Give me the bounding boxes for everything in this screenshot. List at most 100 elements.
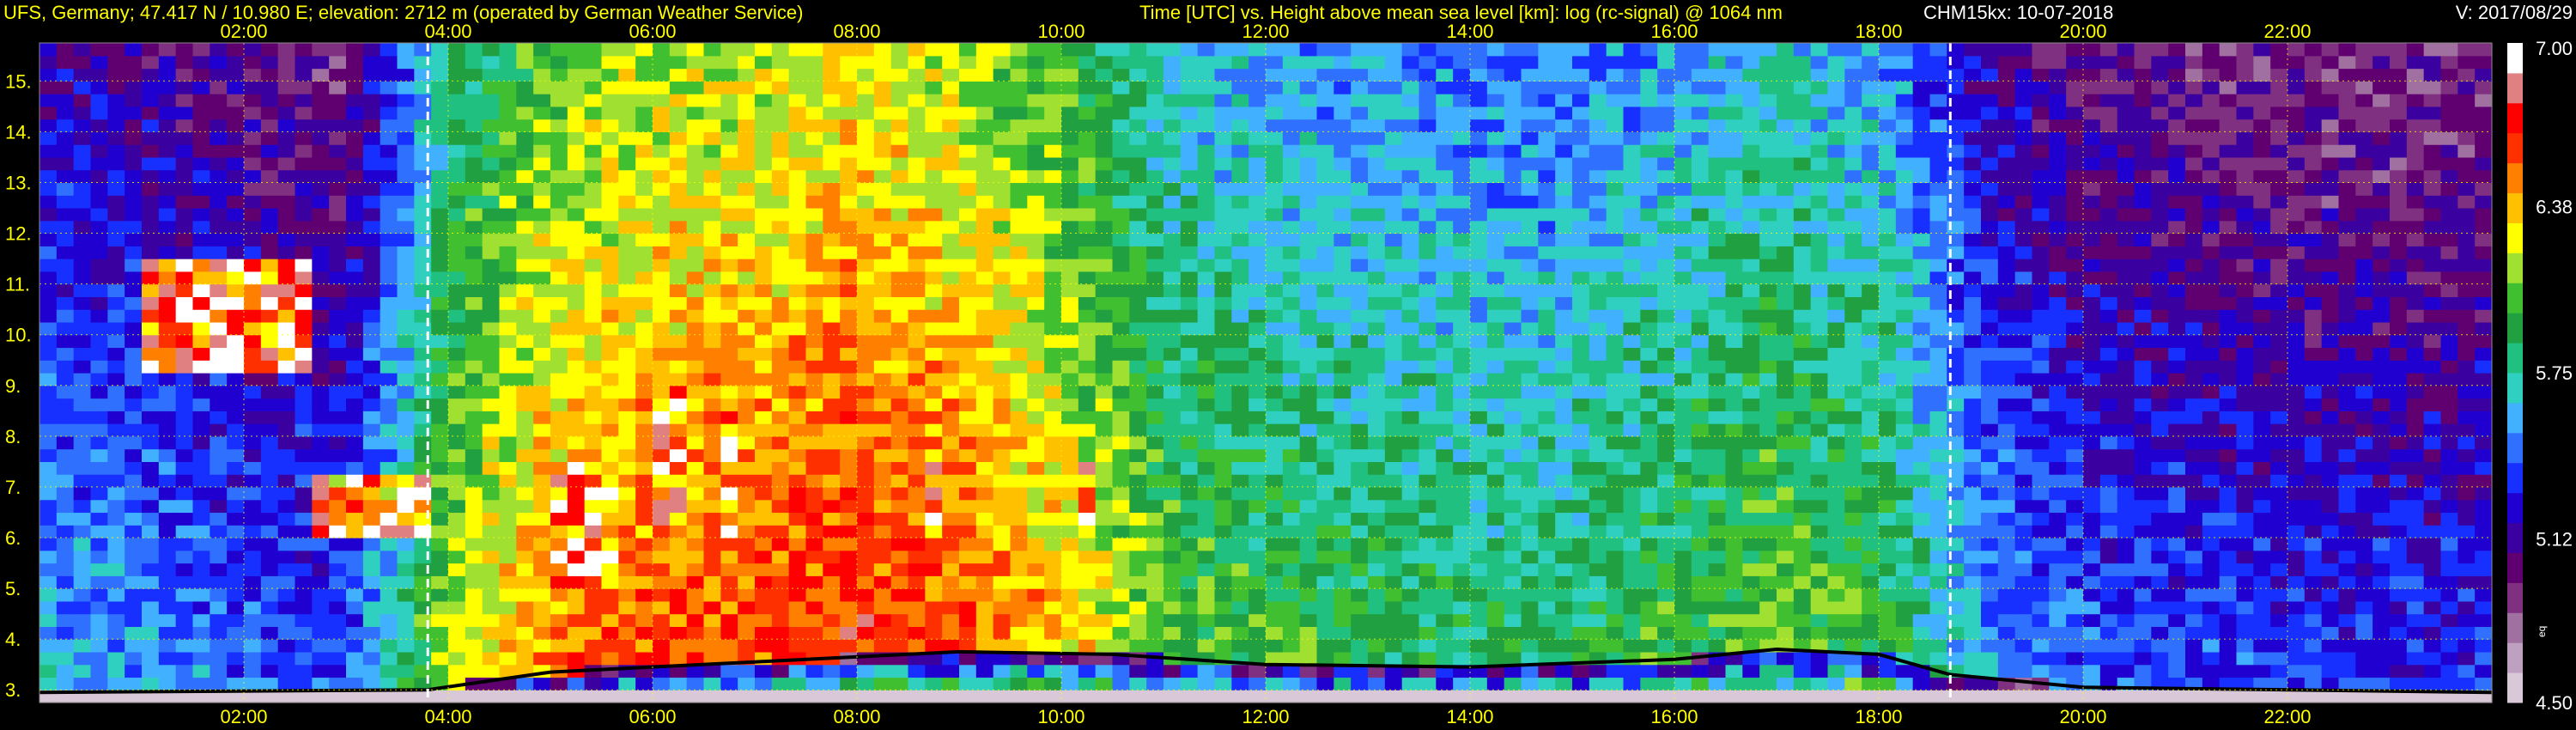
heatmap-cell <box>73 94 92 107</box>
heatmap-cell <box>1266 81 1284 94</box>
heatmap-cell <box>1095 525 1114 538</box>
heatmap-cell <box>823 321 841 336</box>
heatmap-cell <box>805 169 823 184</box>
heatmap-cell <box>1504 144 1522 158</box>
heatmap-cell <box>890 664 909 678</box>
heatmap-cell <box>1538 309 1556 323</box>
heatmap-cell <box>1231 259 1249 272</box>
heatmap-cell <box>873 385 892 399</box>
heatmap-cell <box>1163 461 1182 475</box>
heatmap-cell <box>499 435 517 450</box>
heatmap-cell <box>1453 283 1471 297</box>
heatmap-cell <box>873 271 892 285</box>
heatmap-cell <box>755 106 773 120</box>
heatmap-cell <box>1486 81 1505 94</box>
heatmap-cell <box>1231 81 1249 94</box>
heatmap-cell <box>550 626 568 640</box>
heatmap-cell <box>533 296 551 310</box>
heatmap-cell <box>260 373 279 386</box>
heatmap-cell <box>720 81 738 94</box>
heatmap-cell <box>142 106 160 120</box>
heatmap-cell <box>1027 55 1045 70</box>
heatmap-cell <box>1197 385 1216 399</box>
heatmap-cell <box>1401 613 1420 627</box>
heatmap-cell <box>1027 575 1045 589</box>
heatmap-cell <box>1112 563 1130 576</box>
heatmap-cell <box>125 525 143 538</box>
heatmap-cell <box>1027 448 1045 462</box>
heatmap-cell <box>431 283 449 297</box>
heatmap-cell <box>755 131 773 145</box>
heatmap-cell <box>1572 94 1590 107</box>
heatmap-cell <box>823 448 841 462</box>
heatmap-cell <box>1572 43 1590 57</box>
heatmap-cell <box>107 208 125 222</box>
heatmap-cell <box>533 68 551 82</box>
heatmap-cell <box>1504 423 1522 437</box>
heatmap-cell <box>1129 664 1147 678</box>
heatmap-cell <box>380 626 398 640</box>
heatmap-cell <box>1180 588 1199 602</box>
heatmap-cell <box>755 259 773 272</box>
heatmap-cell <box>1384 246 1403 259</box>
heatmap-cell <box>465 474 483 488</box>
heatmap-cell <box>516 259 534 272</box>
heatmap-cell <box>1197 613 1216 627</box>
heatmap-cell <box>1606 144 1625 158</box>
heatmap-cell <box>1027 296 1045 310</box>
heatmap-cell <box>431 347 449 361</box>
heatmap-cell <box>857 398 875 411</box>
heatmap-cell <box>1061 55 1079 70</box>
heatmap-cell <box>1521 385 1539 399</box>
heatmap-cell <box>1401 55 1420 70</box>
heatmap-cell <box>567 373 586 386</box>
heatmap-cell <box>397 373 415 386</box>
heatmap-cell <box>840 208 858 222</box>
heatmap-cell <box>175 486 194 501</box>
heatmap-cell <box>295 259 313 272</box>
heatmap-cell <box>738 600 756 615</box>
heatmap-cell <box>959 81 977 94</box>
heatmap-cell <box>329 43 347 57</box>
heatmap-cell <box>1572 600 1590 615</box>
heatmap-cell <box>942 575 960 589</box>
heatmap-cell <box>1521 600 1539 615</box>
heatmap-cell <box>1231 538 1249 551</box>
heatmap-cell <box>346 144 364 158</box>
heatmap-cell <box>720 144 738 158</box>
heatmap-cell <box>942 538 960 551</box>
heatmap-cell <box>1623 486 1641 501</box>
heatmap-cell <box>56 664 75 678</box>
heatmap-cell <box>1146 423 1164 437</box>
heatmap-cell <box>431 106 449 120</box>
heatmap-cell <box>107 195 125 209</box>
heatmap-cell <box>1027 182 1045 196</box>
heatmap-cell <box>942 423 960 437</box>
heatmap-cell <box>669 334 688 349</box>
heatmap-cell <box>959 423 977 437</box>
heatmap-cell <box>755 233 773 246</box>
heatmap-cell <box>380 94 398 107</box>
heatmap-cell <box>1299 309 1318 323</box>
heatmap-cell <box>959 385 977 399</box>
heatmap-cell <box>1640 461 1658 475</box>
heatmap-cell <box>431 512 449 526</box>
heatmap-cell <box>227 499 245 514</box>
heatmap-cell <box>431 486 449 501</box>
heatmap-cell <box>56 119 75 132</box>
heatmap-cell <box>1657 588 1675 602</box>
heatmap-cell <box>499 321 517 336</box>
heatmap-cell <box>1180 259 1199 272</box>
heatmap-cell <box>1589 550 1607 564</box>
heatmap-cell <box>1231 486 1249 501</box>
heatmap-cell <box>857 283 875 297</box>
heatmap-cell <box>738 575 756 589</box>
heatmap-cell <box>567 81 586 94</box>
heatmap-cell <box>260 664 279 678</box>
heatmap-cell <box>346 347 364 361</box>
heatmap-cell <box>158 398 177 411</box>
heatmap-cell <box>993 550 1012 564</box>
heatmap-cell <box>1572 664 1590 678</box>
heatmap-cell <box>686 538 705 551</box>
heatmap-cell <box>1061 575 1079 589</box>
